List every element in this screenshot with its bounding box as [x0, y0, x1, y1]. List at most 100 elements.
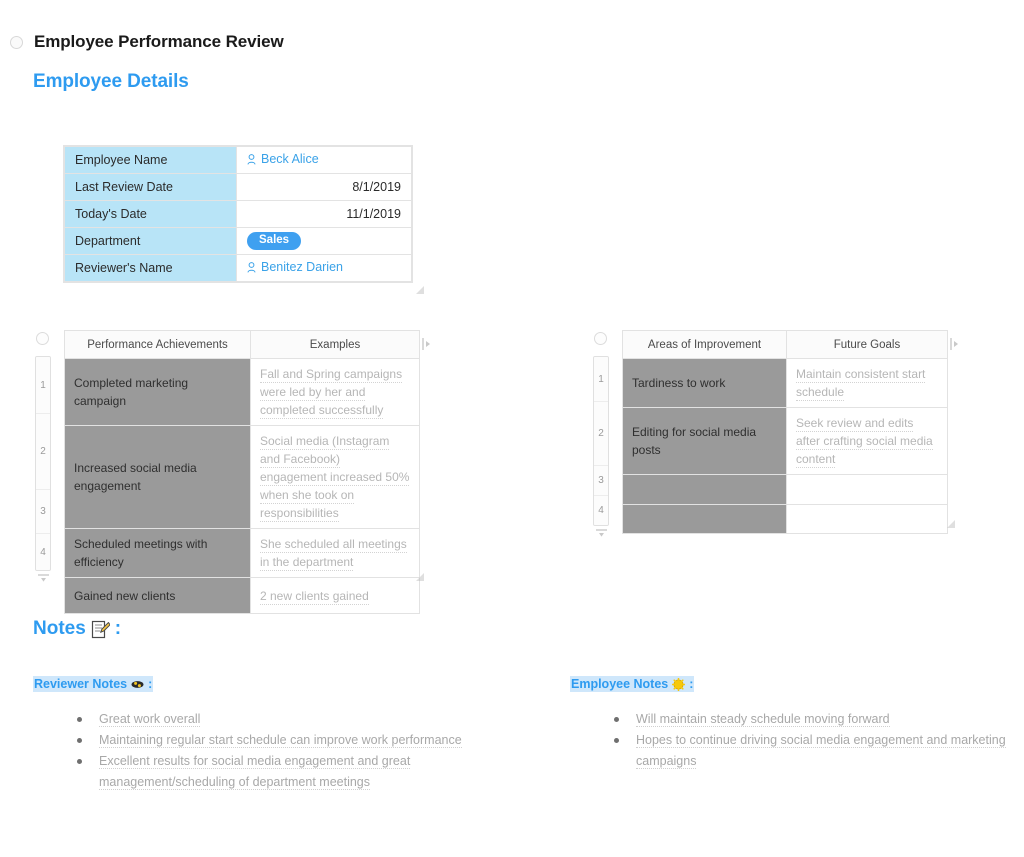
add-column-handle-icon[interactable] [950, 337, 959, 351]
table-row: Tardiness to work Maintain consistent st… [622, 358, 948, 408]
person-chip[interactable]: Beck Alice [247, 152, 319, 166]
employee-notes-list: Will maintain steady schedule moving for… [592, 709, 1024, 772]
detail-value-todays-date[interactable]: 11/1/2019 [236, 200, 412, 228]
cell-area[interactable]: Tardiness to work [622, 358, 787, 408]
cell-achievement[interactable]: Scheduled meetings with efficiency [64, 528, 251, 578]
row-number[interactable]: 3 [594, 466, 608, 496]
detail-value-employee-name[interactable]: Beck Alice [236, 146, 412, 174]
performance-grid-gutter: 1 2 3 4 [34, 330, 52, 582]
add-column-handle-icon[interactable] [422, 337, 431, 351]
row-number[interactable]: 4 [36, 534, 50, 570]
table-row: Today's Date 11/1/2019 [64, 200, 412, 228]
cell-achievement[interactable]: Gained new clients [64, 577, 251, 614]
employee-notes-heading-colon: : [689, 677, 694, 691]
column-header-examples[interactable]: Examples [250, 330, 420, 359]
reviewer-note-text: Great work overall [99, 712, 201, 727]
cell-example-text: Social media (Instagram and Facebook) en… [260, 434, 410, 522]
table-row: Last Review Date 8/1/2019 [64, 173, 412, 201]
memo-icon [91, 620, 111, 639]
cell-example-text: She scheduled all meetings in the depart… [260, 537, 407, 571]
detail-label: Last Review Date [64, 173, 237, 201]
cell-achievement[interactable]: Completed marketing campaign [64, 358, 251, 426]
reviewer-notes-heading-text: Reviewer Notes [34, 677, 128, 691]
list-item: Maintaining regular start schedule can i… [77, 730, 547, 751]
column-header-future-goals[interactable]: Future Goals [786, 330, 948, 359]
cell-example[interactable]: Social media (Instagram and Facebook) en… [250, 425, 420, 529]
table-row: Increased social media engagement Social… [64, 425, 420, 529]
detail-value-last-review-date[interactable]: 8/1/2019 [236, 173, 412, 201]
table-row: Department Sales [64, 227, 412, 255]
cell-goal[interactable]: Seek review and edits after crafting soc… [786, 407, 948, 475]
cell-goal-text: Seek review and edits after crafting soc… [796, 416, 933, 468]
row-number[interactable]: 4 [594, 496, 608, 525]
add-row-handle-icon[interactable] [595, 528, 608, 538]
reviewer-note-text: Excellent results for social media engag… [99, 754, 411, 790]
reviewer-name-text: Benitez Darien [261, 260, 343, 275]
cell-goal[interactable] [786, 504, 948, 534]
improvement-row-number-column: 1 2 3 4 [593, 356, 609, 526]
reviewer-notes-heading-colon: : [148, 677, 153, 691]
detail-value-department[interactable]: Sales [236, 227, 412, 255]
performance-row-number-column: 1 2 3 4 [35, 356, 51, 571]
detail-value-reviewer-name[interactable]: Benitez Darien [236, 254, 412, 282]
table-row: Reviewer's Name Benitez Darien [64, 254, 412, 282]
department-tag[interactable]: Sales [247, 232, 302, 250]
add-row-handle-icon[interactable] [37, 573, 50, 583]
detail-label: Reviewer's Name [64, 254, 237, 282]
row-number[interactable]: 1 [594, 357, 608, 402]
cell-example-text: 2 new clients gained [260, 588, 369, 605]
section-heading-employee-details: Employee Details [33, 71, 189, 92]
cell-example[interactable]: She scheduled all meetings in the depart… [250, 528, 420, 578]
select-all-circle-icon[interactable] [36, 332, 49, 345]
select-all-circle-icon[interactable] [594, 332, 607, 345]
cell-area[interactable] [622, 504, 787, 534]
employee-details-table: Employee Name Beck Alice Last Review Dat… [64, 146, 412, 282]
cell-goal[interactable] [786, 474, 948, 505]
employee-note-text: Will maintain steady schedule moving for… [636, 712, 890, 727]
table-row: Editing for social media posts Seek revi… [622, 407, 948, 475]
list-item: Excellent results for social media engag… [77, 751, 547, 793]
person-icon [247, 261, 256, 273]
list-item: Will maintain steady schedule moving for… [614, 709, 1024, 730]
row-number[interactable]: 2 [594, 402, 608, 466]
page-title: Employee Performance Review [34, 32, 284, 51]
performance-table: Performance Achievements Examples Comple… [64, 330, 420, 614]
table-row [622, 474, 948, 505]
performance-achievements-grid: 1 2 3 4 Performance Achievements Example… [34, 330, 430, 614]
row-number[interactable]: 1 [36, 357, 50, 414]
detail-label: Employee Name [64, 146, 237, 174]
person-chip[interactable]: Benitez Darien [247, 260, 343, 274]
list-item: Hopes to continue driving social media e… [614, 730, 1024, 772]
reviewer-note-text: Maintaining regular start schedule can i… [99, 733, 462, 748]
table-row: Scheduled meetings with efficiency She s… [64, 528, 420, 578]
details-table-resize-grip[interactable] [414, 284, 425, 295]
cell-achievement[interactable]: Increased social media engagement [64, 425, 251, 529]
document-title-row: Employee Performance Review [10, 32, 284, 52]
cell-area[interactable]: Editing for social media posts [622, 407, 787, 475]
cell-example-text: Fall and Spring campaigns were led by he… [260, 367, 403, 419]
table-header-row: Areas of Improvement Future Goals [622, 330, 948, 359]
table-row: Completed marketing campaign Fall and Sp… [64, 358, 420, 426]
notes-heading-text: Notes [33, 618, 86, 639]
detail-label: Department [64, 227, 237, 255]
employee-notes-heading: Employee Notes : [570, 676, 695, 692]
person-icon [247, 153, 256, 165]
table-header-row: Performance Achievements Examples [64, 330, 420, 359]
performance-table-resize-grip[interactable] [414, 571, 425, 582]
column-header-performance-achievements[interactable]: Performance Achievements [64, 330, 251, 359]
cell-area[interactable] [622, 474, 787, 505]
sun-icon [671, 677, 686, 691]
row-number[interactable]: 2 [36, 414, 50, 490]
table-row: Employee Name Beck Alice [64, 146, 412, 174]
reviewer-notes-heading: Reviewer Notes : [33, 676, 154, 692]
table-row: Gained new clients 2 new clients gained [64, 577, 420, 614]
cell-example[interactable]: 2 new clients gained [250, 577, 420, 614]
column-header-areas-of-improvement[interactable]: Areas of Improvement [622, 330, 787, 359]
collapse-toggle-icon[interactable] [10, 35, 23, 49]
improvement-table-resize-grip[interactable] [945, 518, 956, 529]
improvement-table: Areas of Improvement Future Goals Tardin… [622, 330, 948, 534]
cell-goal[interactable]: Maintain consistent start schedule [786, 358, 948, 408]
row-number[interactable]: 3 [36, 490, 50, 534]
cell-example[interactable]: Fall and Spring campaigns were led by he… [250, 358, 420, 426]
table-row [622, 504, 948, 534]
